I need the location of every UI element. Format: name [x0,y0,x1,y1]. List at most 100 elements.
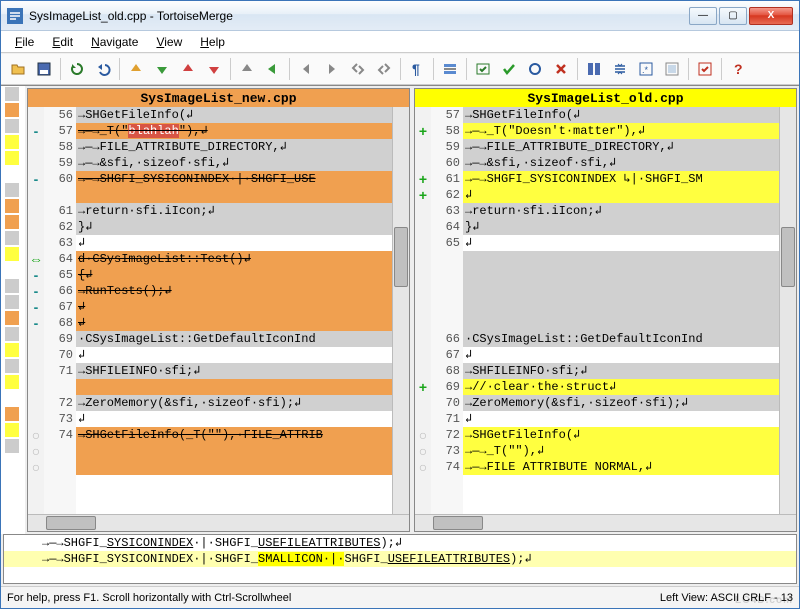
code-line[interactable]: →SHGetFileInfo(_T(""),·FILE_ATTRIB [76,427,392,443]
locator-block[interactable] [5,343,19,357]
code-line[interactable]: →//·clear·the·struct↲ [463,379,779,395]
code-line[interactable]: d·CSysImageList::Test()↲ [76,251,392,267]
right-vscrollbar[interactable] [779,107,796,514]
locator-block[interactable] [5,87,19,101]
locator-block[interactable] [5,263,19,277]
menu-edit[interactable]: Edit [44,33,81,51]
mark-edited-icon[interactable] [693,57,717,81]
code-line[interactable]: →SHFILEINFO·sfi;↲ [463,363,779,379]
title-bar[interactable]: SysImageList_old.cpp - TortoiseMerge — ▢… [1,1,799,31]
right-hscrollbar[interactable] [415,514,796,531]
code-line[interactable] [76,443,392,459]
code-line[interactable]: ↲ [76,315,392,331]
minimize-button[interactable]: — [689,7,717,25]
code-line[interactable] [76,187,392,203]
code-line[interactable]: →SHFILEINFO·sfi;↲ [76,363,392,379]
code-line[interactable] [463,267,779,283]
locator-block[interactable] [5,439,19,453]
code-line[interactable]: →SHGetFileInfo(↲ [463,427,779,443]
code-line[interactable]: ·CSysImageList::GetDefaultIconInd [76,331,392,347]
use-left-then-right-icon[interactable] [346,57,370,81]
code-line[interactable]: ↲ [76,411,392,427]
locator-block[interactable] [5,327,19,341]
diff-bar-icon[interactable] [438,57,462,81]
collapse-icon[interactable] [608,57,632,81]
code-line[interactable] [463,283,779,299]
reject-circle-icon[interactable] [523,57,547,81]
merge-line[interactable]: →—→SHGFI_SYSICONINDEX·|·SHGFI_SMALLICON·… [4,551,796,567]
code-line[interactable]: →—→FILE_ATTRIBUTE_DIRECTORY,↲ [463,139,779,155]
locator-block[interactable] [5,391,19,405]
left-code-column[interactable]: →SHGetFileInfo(↲→—→_T("blahlah"),↲→—→FIL… [76,107,392,514]
code-line[interactable]: →—→&sfi,·sizeof·sfi,↲ [76,155,392,171]
code-line[interactable]: ↲ [463,411,779,427]
code-line[interactable]: →—→SHGFI_SYSICONINDEX·|·SHGFI_USE [76,171,392,187]
open-icon[interactable] [6,57,30,81]
locator-block[interactable] [5,295,19,309]
locator-block[interactable] [5,231,19,245]
save-icon[interactable] [32,57,56,81]
settings-icon[interactable] [660,57,684,81]
code-line[interactable] [76,459,392,475]
locator-block[interactable] [5,247,19,261]
locator-block[interactable] [5,167,19,181]
right-code-column[interactable]: →SHGetFileInfo(↲→—→_T("Doesn't·matter"),… [463,107,779,514]
locator-block[interactable] [5,407,19,421]
left-hscrollbar[interactable] [28,514,409,531]
use-right-icon[interactable] [320,57,344,81]
nav-down-conflict-icon[interactable] [202,57,226,81]
code-line[interactable]: ↲ [76,235,392,251]
reload-icon[interactable] [65,57,89,81]
menu-file[interactable]: File [7,33,42,51]
code-line[interactable]: ↲ [76,347,392,363]
use-right-then-left-icon[interactable] [372,57,396,81]
whitespace-icon[interactable]: ¶ [405,57,429,81]
code-line[interactable]: →—→FILE_ATTRIBUTE_DIRECTORY,↲ [76,139,392,155]
menu-view[interactable]: View [148,33,190,51]
code-line[interactable]: ·CSysImageList::GetDefaultIconInd [463,331,779,347]
code-line[interactable]: →return·sfi.iIcon;↲ [463,203,779,219]
locator-block[interactable] [5,199,19,213]
left-vscrollbar[interactable] [392,107,409,514]
code-line[interactable]: →—→_T("blahlah"),↲ [76,123,392,139]
locator-block[interactable] [5,359,19,373]
nav-next-inline-icon[interactable] [261,57,285,81]
code-line[interactable]: }↲ [76,219,392,235]
code-line[interactable]: →SHGetFileInfo(↲ [463,107,779,123]
switch-view-icon[interactable] [582,57,606,81]
maximize-button[interactable]: ▢ [719,7,747,25]
menu-help[interactable]: Help [192,33,233,51]
code-line[interactable]: ↲ [463,347,779,363]
code-line[interactable]: {↲ [76,267,392,283]
code-line[interactable]: →return·sfi.iIcon;↲ [76,203,392,219]
code-line[interactable]: →ZeroMemory(&sfi,·sizeof·sfi);↲ [76,395,392,411]
accept-icon[interactable] [497,57,521,81]
close-button[interactable]: X [749,7,793,25]
locator-block[interactable] [5,119,19,133]
locator-block[interactable] [5,375,19,389]
nav-prev-inline-icon[interactable] [235,57,259,81]
code-line[interactable] [463,299,779,315]
code-line[interactable]: →—→SHGFI_SYSICONINDEX ↳|·SHGFI_SM [463,171,779,187]
code-line[interactable]: →SHGetFileInfo(↲ [76,107,392,123]
locator-bar[interactable] [1,86,25,534]
locator-block[interactable] [5,151,19,165]
locator-block[interactable] [5,103,19,117]
use-left-icon[interactable] [294,57,318,81]
locator-block[interactable] [5,423,19,437]
code-line[interactable]: →—→&sfi,·sizeof·sfi,↲ [463,155,779,171]
code-line[interactable]: }↲ [463,219,779,235]
code-line[interactable]: ↲ [76,299,392,315]
nav-up-conflict-icon[interactable] [176,57,200,81]
nav-up-icon[interactable] [124,57,148,81]
locator-block[interactable] [5,135,19,149]
reject-x-icon[interactable] [549,57,573,81]
code-line[interactable]: →—→FILE ATTRIBUTE NORMAL,↲ [463,459,779,475]
code-line[interactable] [463,251,779,267]
mark-resolved-icon[interactable] [471,57,495,81]
merge-pane[interactable]: →—→SHGFI_SYSICONINDEX·|·SHGFI_USEFILEATT… [3,534,797,584]
code-line[interactable] [76,379,392,395]
code-line[interactable]: ↲ [463,187,779,203]
regex-icon[interactable]: .* [634,57,658,81]
code-line[interactable] [463,315,779,331]
